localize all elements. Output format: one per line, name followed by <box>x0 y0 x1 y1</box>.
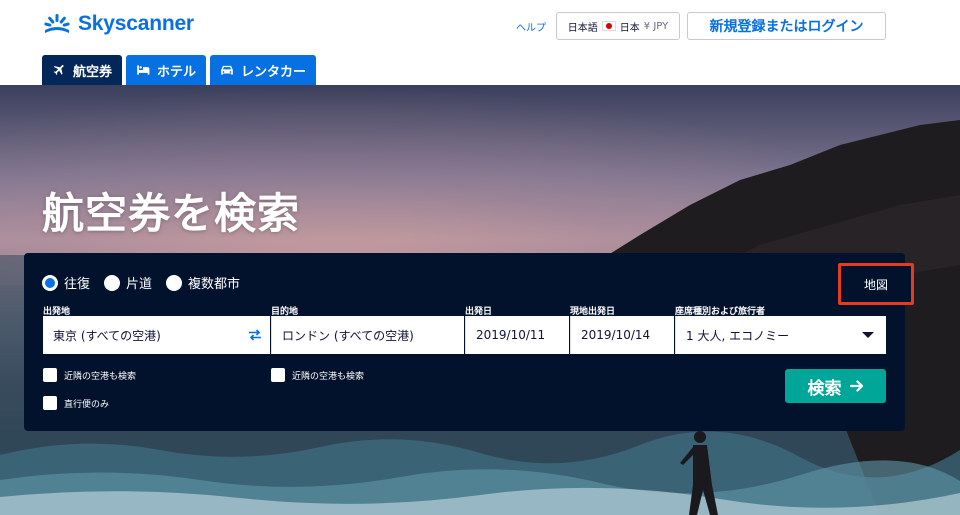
site-header: Skyscanner ヘルプ 日本語 日本 ¥ JPY 新規登録またはログイン … <box>0 0 960 85</box>
locale-selector-button[interactable]: 日本語 日本 ¥ JPY <box>556 12 680 40</box>
currency-label: ¥ JPY <box>643 20 669 32</box>
language-label: 日本語 <box>567 22 598 34</box>
country-label: 日本 <box>619 22 640 34</box>
depart-date-field[interactable]: 2019/10/11 <box>465 316 569 354</box>
destination-value: ロンドン (すべての空港) <box>282 328 414 343</box>
checkbox-icon[interactable] <box>271 368 285 382</box>
tab-label: レンタカー <box>241 64 307 80</box>
origin-field[interactable]: 東京 (すべての空港) <box>43 316 270 354</box>
checkbox-icon[interactable] <box>43 396 57 410</box>
car-icon <box>221 65 233 75</box>
cabin-travellers-value: 1 大人, エコノミー <box>686 328 790 343</box>
flight-search-panel: 往復 片道 複数都市 地図 出発地 目的地 出発日 現地出発日 座席種別および旅… <box>24 253 914 431</box>
radio-label: 往復 <box>64 277 91 292</box>
checkbox-icon[interactable] <box>43 368 57 382</box>
trip-type-one-way[interactable]: 片道 <box>104 273 152 292</box>
login-button[interactable]: 新規登録またはログイン <box>687 12 886 40</box>
sunburst-logo-icon <box>44 14 70 33</box>
search-button-label: 検索 <box>807 378 842 399</box>
destination-field[interactable]: ロンドン (すべての空港) <box>271 316 464 354</box>
trip-type-multi-city[interactable]: 複数都市 <box>166 273 240 292</box>
depart-date-value: 2019/10/11 <box>476 328 546 342</box>
origin-value: 東京 (すべての空港) <box>53 328 161 343</box>
hero-title: 航空券を検索 <box>42 189 301 238</box>
chevron-down-icon <box>862 332 874 338</box>
help-link[interactable]: ヘルプ <box>516 19 546 34</box>
direct-flights-checkbox[interactable]: 直行便のみ <box>43 396 109 410</box>
radio-label: 片道 <box>126 277 153 292</box>
skyscanner-logo[interactable]: Skyscanner <box>42 12 194 36</box>
swap-icon[interactable] <box>248 329 262 341</box>
logo-text: Skyscanner <box>78 12 194 35</box>
plane-icon <box>53 65 64 75</box>
checkbox-label: 直行便のみ <box>64 399 110 410</box>
checkbox-label: 近隣の空港も検索 <box>292 371 365 382</box>
radio-unchecked-icon[interactable] <box>104 274 121 291</box>
japan-flag-icon <box>601 21 616 31</box>
tab-car-hire[interactable]: レンタカー <box>210 55 317 85</box>
tab-flights[interactable]: 航空券 <box>42 55 123 85</box>
cabin-travellers-select[interactable]: 1 大人, エコノミー <box>675 316 886 354</box>
map-button[interactable]: 地図 <box>838 263 914 305</box>
trip-type-selector: 往復 片道 複数都市 <box>42 273 240 292</box>
radio-unchecked-icon[interactable] <box>166 274 183 291</box>
search-button[interactable]: 検索 <box>785 369 886 403</box>
radio-checked-icon[interactable] <box>42 274 58 291</box>
checkbox-label: 近隣の空港も検索 <box>64 371 137 382</box>
radio-label: 複数都市 <box>188 277 241 292</box>
return-date-field[interactable]: 2019/10/14 <box>570 316 674 354</box>
arrow-right-icon <box>849 380 863 392</box>
return-date-value: 2019/10/14 <box>581 328 651 342</box>
trip-type-round-trip[interactable]: 往復 <box>42 273 90 292</box>
bed-icon <box>137 65 150 75</box>
nearby-origin-checkbox[interactable]: 近隣の空港も検索 <box>43 368 136 382</box>
nearby-destination-checkbox[interactable]: 近隣の空港も検索 <box>271 368 364 382</box>
product-tabs: 航空券 ホテル レンタカー <box>42 55 317 85</box>
tab-hotels[interactable]: ホテル <box>126 55 207 85</box>
tab-label: ホテル <box>157 64 197 80</box>
tab-label: 航空券 <box>73 64 113 80</box>
